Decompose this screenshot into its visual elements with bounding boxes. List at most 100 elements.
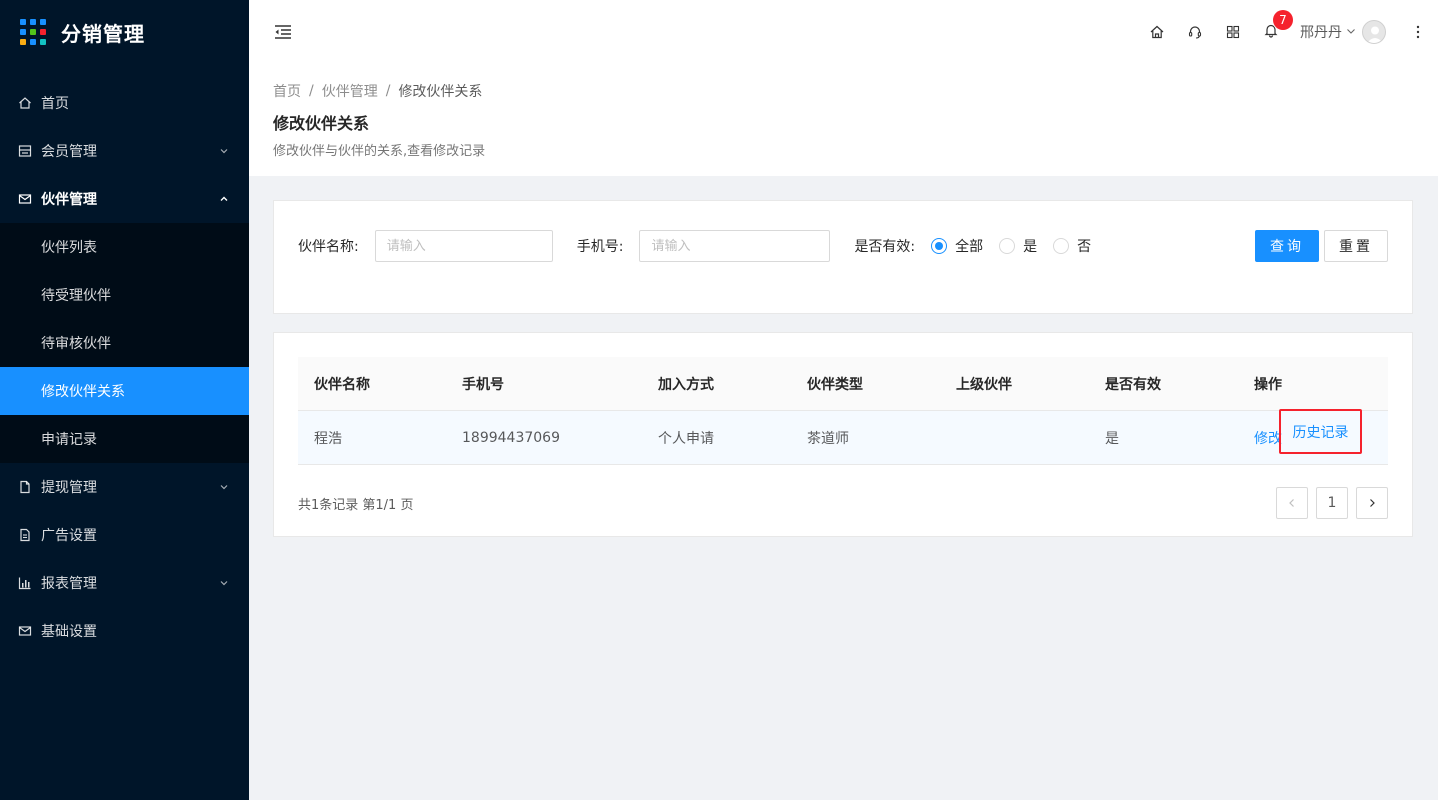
mail-icon bbox=[17, 623, 33, 639]
search-card: 伙伴名称: 手机号: 是否有效: 全部 是 否 查询 重置 bbox=[273, 200, 1413, 314]
sidebar-subitem-pending-review[interactable]: 待审核伙伴 bbox=[0, 319, 249, 367]
chevron-down-icon bbox=[217, 480, 231, 494]
prev-page-button[interactable] bbox=[1276, 487, 1308, 519]
radio-label: 全部 bbox=[955, 239, 984, 255]
sidebar-item-basic-settings[interactable]: 基础设置 bbox=[0, 607, 249, 655]
breadcrumb-separator: / bbox=[309, 83, 314, 99]
bar-chart-icon bbox=[17, 575, 33, 591]
search-form: 伙伴名称: 手机号: 是否有效: 全部 是 否 bbox=[298, 230, 1107, 262]
member-card-icon bbox=[17, 143, 33, 159]
history-highlight: 历史记录 bbox=[1279, 409, 1362, 454]
phone-input[interactable] bbox=[639, 230, 831, 262]
logo-grid-icon bbox=[20, 19, 46, 45]
sidebar-item-label: 伙伴管理 bbox=[41, 192, 97, 208]
breadcrumb-current: 修改伙伴关系 bbox=[398, 84, 483, 100]
column-header: 加入方式 bbox=[658, 376, 714, 393]
sidebar-item-members[interactable]: 会员管理 bbox=[0, 127, 249, 175]
column-header: 伙伴名称 bbox=[314, 376, 370, 393]
app-title: 分销管理 bbox=[61, 21, 145, 46]
sidebar-item-withdraw[interactable]: 提现管理 bbox=[0, 463, 249, 511]
user-menu[interactable]: 邢丹丹 bbox=[1300, 0, 1386, 64]
column-header: 上级伙伴 bbox=[956, 376, 1012, 393]
avatar bbox=[1362, 20, 1386, 44]
pagination: 1 bbox=[1268, 487, 1388, 519]
chevron-left-icon bbox=[1289, 499, 1294, 507]
radio-unchecked-icon bbox=[999, 238, 1016, 254]
sidebar-item-label: 首页 bbox=[41, 96, 69, 112]
file-text-icon bbox=[17, 527, 33, 543]
radio-yes[interactable]: 是 bbox=[999, 236, 1037, 256]
partner-name-label: 伙伴名称: bbox=[298, 239, 359, 255]
home-icon bbox=[17, 95, 33, 111]
notification-badge: 7 bbox=[1273, 10, 1293, 30]
sidebar-subitem-label: 待受理伙伴 bbox=[41, 288, 111, 304]
valid-label: 是否有效: bbox=[854, 239, 916, 255]
breadcrumb-partners[interactable]: 伙伴管理 bbox=[322, 81, 378, 101]
sidebar-subitem-edit-relation[interactable]: 修改伙伴关系 bbox=[0, 367, 249, 415]
sidebar: 分销管理 首页 会员管理 伙伴管理 伙伴列表 待受理伙伴 待审核伙伴 修改伙伴关… bbox=[0, 0, 249, 800]
cell-phone: 18994437069 bbox=[462, 429, 560, 446]
radio-all[interactable]: 全部 bbox=[931, 236, 983, 256]
column-header: 是否有效 bbox=[1105, 376, 1161, 393]
sidebar-subitem-label: 伙伴列表 bbox=[41, 240, 97, 256]
radio-checked-icon bbox=[931, 238, 948, 254]
table-card: 伙伴名称 手机号 加入方式 伙伴类型 上级伙伴 是否有效 操作 程浩 18994… bbox=[273, 332, 1413, 537]
appstore-icon[interactable] bbox=[1214, 0, 1252, 64]
chevron-down-icon bbox=[1346, 24, 1356, 40]
cell-type: 茶道师 bbox=[807, 430, 849, 447]
breadcrumb: 首页 / 伙伴管理 / 修改伙伴关系 bbox=[273, 80, 1414, 102]
sidebar-subitem-partner-list[interactable]: 伙伴列表 bbox=[0, 223, 249, 271]
chevron-up-icon bbox=[217, 192, 231, 206]
table-footer: 共1条记录 第1/1 页 1 bbox=[298, 487, 1388, 519]
breadcrumb-home[interactable]: 首页 bbox=[273, 81, 301, 101]
column-header: 伙伴类型 bbox=[807, 376, 863, 393]
phone-label: 手机号: bbox=[576, 239, 624, 255]
partners-submenu: 伙伴列表 待受理伙伴 待审核伙伴 修改伙伴关系 申请记录 bbox=[0, 223, 249, 463]
radio-label: 是 bbox=[1023, 239, 1038, 255]
edit-link[interactable]: 修改 bbox=[1254, 428, 1282, 448]
sidebar-item-label: 广告设置 bbox=[41, 528, 97, 544]
user-name: 邢丹丹 bbox=[1300, 25, 1342, 41]
reset-button[interactable]: 重置 bbox=[1324, 230, 1388, 262]
notification-bell[interactable]: 7 bbox=[1252, 0, 1293, 64]
menu-fold-icon[interactable] bbox=[273, 22, 293, 42]
partner-name-input[interactable] bbox=[374, 230, 553, 262]
cell-name: 程浩 bbox=[314, 430, 342, 447]
top-header: 7 邢丹丹 bbox=[249, 0, 1438, 64]
sidebar-subitem-pending-accept[interactable]: 待受理伙伴 bbox=[0, 271, 249, 319]
home-icon[interactable] bbox=[1138, 0, 1176, 64]
sidebar-item-reports[interactable]: 报表管理 bbox=[0, 559, 249, 607]
page-title: 修改伙伴关系 bbox=[273, 114, 370, 133]
valid-radio-group: 全部 是 否 bbox=[931, 236, 1107, 256]
sidebar-item-home[interactable]: 首页 bbox=[0, 79, 249, 127]
record-summary: 共1条记录 第1/1 页 bbox=[298, 497, 414, 513]
table-row: 程浩 18994437069 个人申请 茶道师 是 修改 历史记录 bbox=[298, 409, 1388, 465]
cell-valid: 是 bbox=[1105, 430, 1119, 447]
more-vertical-icon[interactable] bbox=[1398, 0, 1438, 64]
sidebar-item-partners[interactable]: 伙伴管理 bbox=[0, 175, 249, 223]
sidebar-item-label: 提现管理 bbox=[41, 480, 97, 496]
chevron-down-icon bbox=[217, 144, 231, 158]
customer-service-icon[interactable] bbox=[1176, 0, 1214, 64]
radio-no[interactable]: 否 bbox=[1053, 236, 1091, 256]
mail-icon bbox=[17, 191, 33, 207]
sidebar-subitem-label: 申请记录 bbox=[41, 432, 97, 448]
chevron-right-icon bbox=[1370, 499, 1375, 507]
page-description: 修改伙伴与伙伴的关系,查看修改记录 bbox=[273, 144, 486, 159]
file-icon bbox=[17, 479, 33, 495]
partner-table: 伙伴名称 手机号 加入方式 伙伴类型 上级伙伴 是否有效 操作 程浩 18994… bbox=[298, 357, 1388, 465]
chevron-down-icon bbox=[217, 576, 231, 590]
radio-unchecked-icon bbox=[1053, 238, 1070, 254]
sidebar-subitem-label: 待审核伙伴 bbox=[41, 336, 111, 352]
column-header: 手机号 bbox=[462, 376, 504, 393]
sidebar-item-label: 基础设置 bbox=[41, 624, 97, 640]
radio-label: 否 bbox=[1077, 239, 1092, 255]
next-page-button[interactable] bbox=[1356, 487, 1388, 519]
history-link[interactable]: 历史记录 bbox=[1293, 422, 1349, 442]
sidebar-subitem-apply-records[interactable]: 申请记录 bbox=[0, 415, 249, 463]
page-number[interactable]: 1 bbox=[1316, 487, 1348, 519]
query-button[interactable]: 查询 bbox=[1255, 230, 1319, 262]
sidebar-item-ads[interactable]: 广告设置 bbox=[0, 511, 249, 559]
logo[interactable]: 分销管理 bbox=[0, 0, 249, 64]
table-header: 伙伴名称 手机号 加入方式 伙伴类型 上级伙伴 是否有效 操作 bbox=[298, 357, 1388, 411]
